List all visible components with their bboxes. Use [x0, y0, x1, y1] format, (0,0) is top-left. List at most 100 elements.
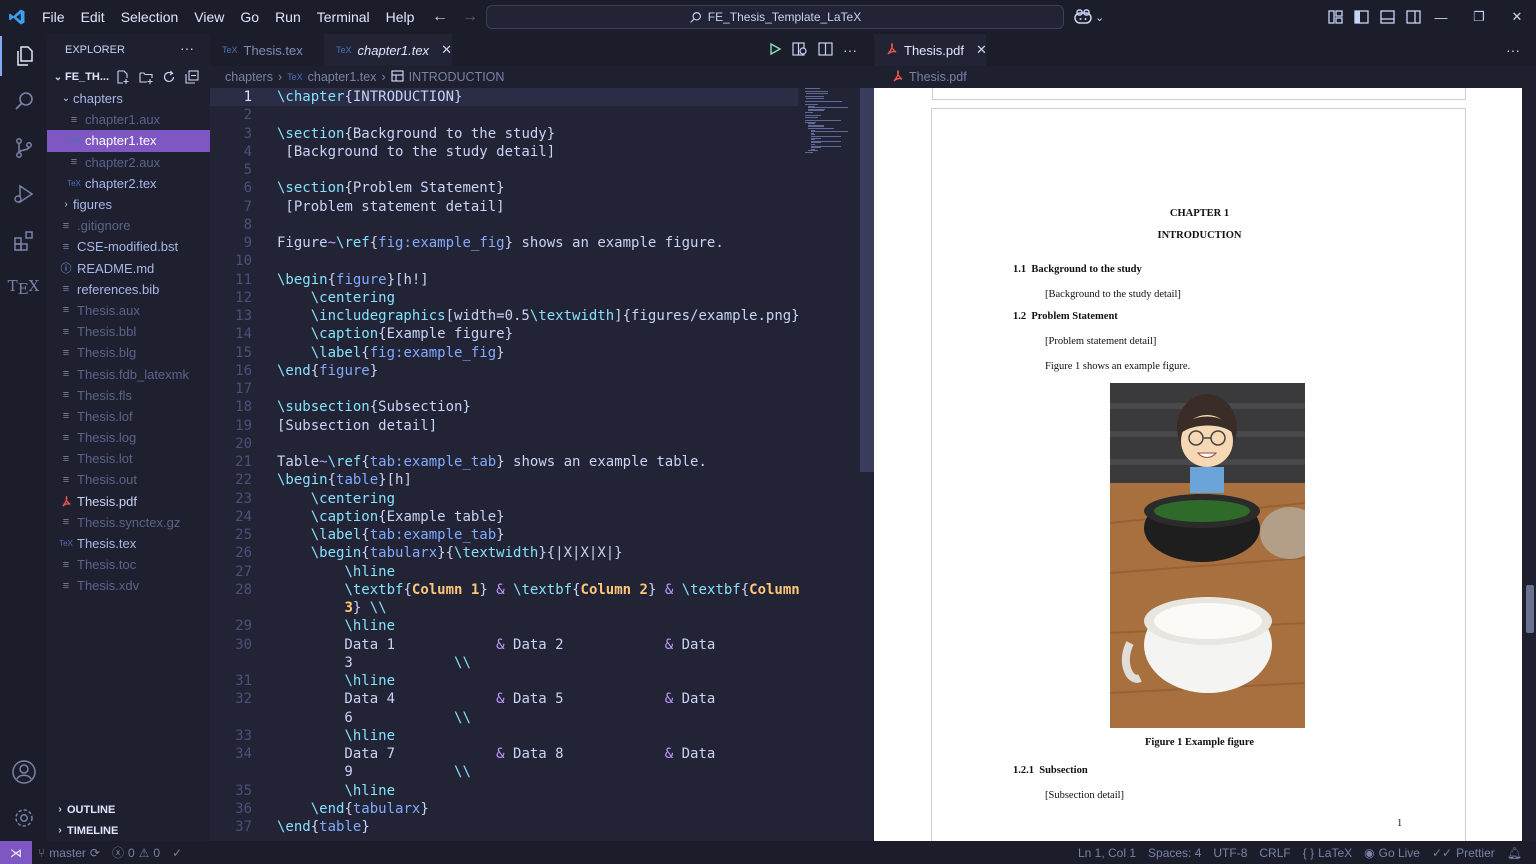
file-item[interactable]: ≡ Thesis.blg — [47, 342, 210, 363]
sync-icon[interactable]: ⟳ — [90, 846, 100, 860]
pdf-viewer[interactable]: CHAPTER 1 INTRODUCTION 1.1 Background to… — [874, 88, 1522, 841]
menu-selection[interactable]: Selection — [113, 0, 187, 34]
menu-run[interactable]: Run — [267, 0, 309, 34]
code-line[interactable]: 36 \end{tabularx} — [210, 800, 860, 818]
new-folder-icon[interactable] — [138, 69, 154, 85]
folder-item[interactable]: › figures — [47, 194, 210, 215]
code-line[interactable]: 6 \section{Problem Statement} — [210, 179, 860, 197]
check-icon[interactable]: ✓ — [166, 846, 188, 860]
code-line[interactable]: 5 — [210, 161, 860, 179]
close-icon[interactable]: ✕ — [976, 42, 987, 58]
code-line[interactable]: 10 — [210, 252, 860, 270]
toggle-secondary-sidebar-icon[interactable] — [1404, 8, 1422, 26]
more-actions-icon[interactable]: ··· — [843, 42, 857, 58]
menu-help[interactable]: Help — [378, 0, 423, 34]
source-control-icon[interactable] — [0, 128, 47, 168]
extensions-icon[interactable] — [0, 221, 47, 261]
split-editor-icon[interactable] — [818, 41, 833, 59]
search-icon[interactable] — [0, 81, 47, 121]
code-line[interactable]: 3} \\ — [210, 599, 860, 617]
file-item[interactable]: ≡ Thesis.bbl — [47, 321, 210, 342]
file-item[interactable]: ≡ .gitignore — [47, 215, 210, 236]
folder-item[interactable]: ⌄ chapters — [47, 88, 210, 109]
code-line[interactable]: 6 \\ — [210, 709, 860, 727]
code-line[interactable]: 29 \hline — [210, 617, 860, 635]
tab-thesis-pdf[interactable]: Thesis.pdf ✕ — [874, 34, 987, 66]
file-item[interactable]: ≡ chapter2.aux — [47, 152, 210, 173]
code-line[interactable]: 12 \centering — [210, 289, 860, 307]
code-line[interactable]: 7 [Problem statement detail] — [210, 198, 860, 216]
code-line[interactable]: 37 \end{table} — [210, 818, 860, 836]
timeline-section[interactable]: › TIMELINE — [47, 820, 210, 841]
file-item[interactable]: ≡ Thesis.synctex.gz — [47, 512, 210, 533]
code-line[interactable]: 31 \hline — [210, 672, 860, 690]
notifications-bell-icon[interactable]: 🔔︎ — [1501, 846, 1528, 860]
file-item[interactable]: ≡ Thesis.aux — [47, 300, 210, 321]
file-item[interactable]: ≡ Thesis.lof — [47, 406, 210, 427]
menu-go[interactable]: Go — [232, 0, 267, 34]
explorer-icon[interactable] — [0, 36, 47, 76]
git-branch[interactable]: ⑂ master ⟳ — [32, 846, 106, 860]
editor-scrollbar[interactable] — [860, 88, 874, 841]
go-live-button[interactable]: ◉ Go Live — [1358, 846, 1426, 860]
workspace-root[interactable]: ⌄ FE_TH... — [47, 66, 210, 88]
code-line[interactable]: 33 \hline — [210, 727, 860, 745]
code-line[interactable]: 16 \end{figure} — [210, 362, 860, 380]
close-icon[interactable]: ✕ — [441, 42, 452, 58]
copilot-button[interactable]: ⌄ — [1074, 7, 1104, 27]
menu-edit[interactable]: Edit — [73, 0, 113, 34]
code-line[interactable]: 30 Data 1 & Data 2 & Data — [210, 636, 860, 654]
file-item[interactable]: ≡ Thesis.xdv — [47, 575, 210, 596]
breadcrumb-file[interactable]: Thesis.pdf — [909, 70, 967, 84]
file-item[interactable]: ≡ Thesis.out — [47, 469, 210, 490]
end-of-line[interactable]: CRLF — [1253, 846, 1296, 860]
file-item[interactable]: ≡ Thesis.toc — [47, 554, 210, 575]
new-file-icon[interactable] — [115, 69, 131, 85]
run-play-icon[interactable] — [768, 42, 782, 59]
toggle-panel-icon[interactable] — [1378, 8, 1396, 26]
minimap[interactable] — [805, 88, 860, 158]
code-line[interactable]: 21 Table~\ref{tab:example_tab} shows an e… — [210, 453, 860, 471]
pdf-scrollbar-thumb[interactable] — [1526, 585, 1534, 633]
open-preview-icon[interactable] — [792, 41, 808, 59]
code-line[interactable]: 32 Data 4 & Data 5 & Data — [210, 690, 860, 708]
back-arrow-icon[interactable]: ← — [430, 8, 450, 26]
file-item[interactable]: TeX chapter1.tex — [47, 130, 210, 152]
close-window-button[interactable]: ✕ — [1498, 0, 1536, 34]
code-line[interactable]: 3 \section{Background to the study} — [210, 125, 860, 143]
code-line[interactable]: 11 \begin{figure}[h!] — [210, 271, 860, 289]
code-line[interactable]: 23 \centering — [210, 490, 860, 508]
code-line[interactable]: 13 \includegraphics[width=0.5\textwidth]… — [210, 307, 860, 325]
pdf-scrollbar[interactable] — [1522, 88, 1536, 841]
breadcrumb-folder[interactable]: chapters — [225, 70, 273, 84]
editor-scrollbar-thumb[interactable] — [860, 88, 874, 472]
encoding[interactable]: UTF-8 — [1207, 846, 1253, 860]
code-line[interactable]: 34 Data 7 & Data 8 & Data — [210, 745, 860, 763]
tab-thesis-tex[interactable]: TeX Thesis.tex — [210, 34, 324, 66]
command-center-search[interactable]: FE_Thesis_Template_LaTeX — [486, 5, 1064, 29]
code-editor[interactable]: 1 \chapter{INTRODUCTION} 2 3 \section{Backgr… — [210, 88, 860, 841]
code-line[interactable]: 18 \subsection{Subsection} — [210, 398, 860, 416]
file-item[interactable]: ≡ Thesis.log — [47, 427, 210, 448]
menu-terminal[interactable]: Terminal — [309, 0, 378, 34]
forward-arrow-icon[interactable]: → — [460, 8, 480, 26]
code-line[interactable]: 15 \label{fig:example_fig} — [210, 344, 860, 362]
code-line[interactable]: 9 Figure~\ref{fig:example_fig} shows an e… — [210, 234, 860, 252]
code-line[interactable]: 27 \hline — [210, 563, 860, 581]
file-item[interactable]: Thesis.pdf — [47, 491, 210, 512]
restore-button[interactable]: ❐ — [1460, 0, 1498, 34]
toggle-primary-sidebar-icon[interactable] — [1352, 8, 1370, 26]
menu-view[interactable]: View — [186, 0, 232, 34]
file-item[interactable]: TeX chapter2.tex — [47, 173, 210, 194]
code-line[interactable]: 28 \textbf{Column 1} & \textbf{Column 2}… — [210, 581, 860, 599]
tab-chapter1-tex[interactable]: TeX chapter1.tex ✕ — [324, 34, 452, 66]
breadcrumb-symbol[interactable]: INTRODUCTION — [409, 70, 505, 84]
more-actions-icon[interactable]: ··· — [180, 40, 194, 56]
file-item[interactable]: ≡ Thesis.lot — [47, 448, 210, 469]
file-item[interactable]: ≡ Thesis.fdb_latexmk — [47, 363, 210, 384]
breadcrumb-file[interactable]: chapter1.tex — [308, 70, 377, 84]
customize-layout-icon[interactable] — [1326, 8, 1344, 26]
menu-file[interactable]: File — [34, 0, 73, 34]
cursor-position[interactable]: Ln 1, Col 1 — [1072, 846, 1142, 860]
code-line[interactable]: 14 \caption{Example figure} — [210, 325, 860, 343]
